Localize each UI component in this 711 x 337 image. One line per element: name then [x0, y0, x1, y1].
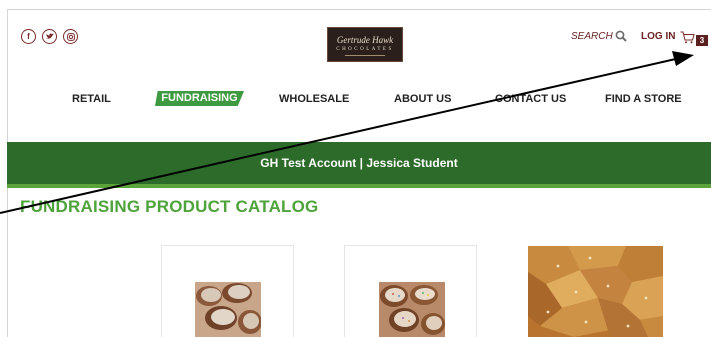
logo-line2: CHOCOLATES	[336, 47, 394, 52]
product-image[interactable]	[379, 282, 445, 337]
search-link[interactable]: SEARCH	[571, 31, 613, 42]
nav-retail[interactable]: RETAIL	[72, 93, 111, 105]
social-links: f	[21, 29, 78, 44]
twitter-icon[interactable]	[42, 29, 57, 44]
page-frame-top	[7, 9, 711, 10]
catalog-title: FUNDRAISING PRODUCT CATALOG	[20, 197, 319, 216]
login-link[interactable]: LOG IN	[641, 31, 675, 42]
product-image[interactable]	[195, 282, 261, 337]
logo-line1: Gertrude Hawk	[336, 35, 394, 45]
logo-divider	[345, 55, 385, 56]
instagram-icon[interactable]	[63, 29, 78, 44]
cart-count-badge: 3	[696, 35, 708, 46]
nav-wholesale[interactable]: WHOLESALE	[279, 93, 349, 105]
cart-icon[interactable]	[680, 31, 695, 44]
nav-fundraising[interactable]: FUNDRAISING	[155, 91, 244, 106]
search-icon[interactable]	[615, 30, 627, 42]
facebook-icon[interactable]: f	[21, 29, 36, 44]
nav-contact-us[interactable]: CONTACT US	[495, 93, 566, 105]
nav-about-us[interactable]: ABOUT US	[394, 93, 451, 105]
account-banner: GH Test Account | Jessica Student	[7, 142, 711, 188]
nav-find-a-store[interactable]: FIND A STORE	[605, 93, 682, 105]
brand-logo[interactable]: Gertrude Hawk CHOCOLATES	[327, 27, 403, 62]
product-image[interactable]	[528, 246, 663, 337]
